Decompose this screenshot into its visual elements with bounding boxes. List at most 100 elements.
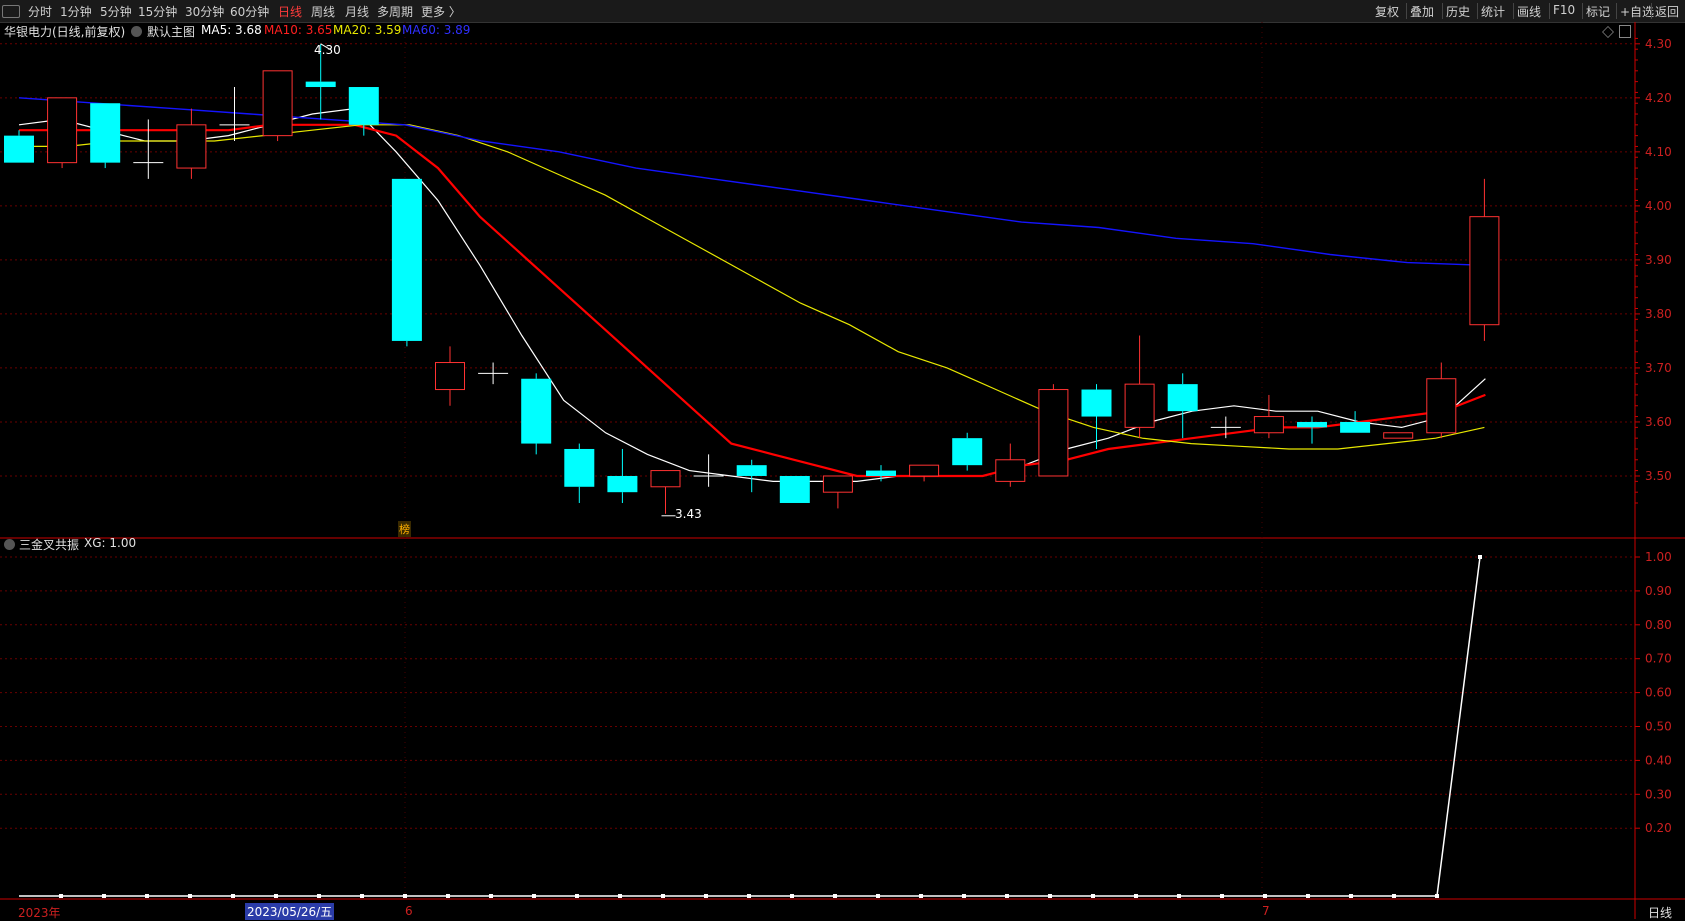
candle-body-down[interactable] xyxy=(348,87,379,125)
indicator-tick-label: 0.20 xyxy=(1645,821,1672,835)
candle-body-up[interactable] xyxy=(1383,432,1414,439)
indicator-tick-label: 0.90 xyxy=(1645,584,1672,598)
price-tick-label: 3.70 xyxy=(1645,361,1672,375)
xg-point xyxy=(274,894,278,898)
candle-body-up[interactable] xyxy=(1124,383,1155,428)
template-dropdown-icon[interactable] xyxy=(131,26,142,37)
xg-point xyxy=(1134,894,1138,898)
indicator-tick-label: 0.80 xyxy=(1645,618,1672,632)
xg-point xyxy=(1005,894,1009,898)
rank-badge[interactable]: 榜 xyxy=(398,521,411,537)
indicator-tick-label: 0.30 xyxy=(1645,787,1672,801)
xg-point xyxy=(231,894,235,898)
stock-title: 华银电力(日线,前复权) xyxy=(4,25,126,39)
xg-point xyxy=(360,894,364,898)
ma10-label: MA10: 3.65 xyxy=(264,23,333,37)
xg-point xyxy=(704,894,708,898)
candle-body-down[interactable] xyxy=(952,438,983,466)
candle-body-up[interactable] xyxy=(822,475,853,493)
candle-body-down[interactable] xyxy=(564,448,595,487)
candle-body-down[interactable] xyxy=(1167,384,1198,412)
xg-point xyxy=(833,894,837,898)
xg-point xyxy=(1263,894,1267,898)
stock-chart[interactable]: 4.30 4.20 4.10 4.00 3.90 3.80 3.70 3.60 3.50 1.00… xyxy=(0,0,1685,919)
xg-point xyxy=(747,894,751,898)
price-tick-label: 3.50 xyxy=(1645,469,1672,483)
candle-body-down[interactable] xyxy=(779,475,810,503)
window-toggle-icon[interactable] xyxy=(1619,25,1631,38)
candle-body-down[interactable] xyxy=(391,178,422,341)
xg-point xyxy=(59,894,63,898)
template-name[interactable]: 默认主图 xyxy=(147,23,195,40)
indicator-tick-label: 0.70 xyxy=(1645,652,1672,666)
xg-point xyxy=(618,894,622,898)
candle-body-down[interactable] xyxy=(305,81,336,88)
price-tick-label: 4.10 xyxy=(1645,145,1672,159)
price-tick-label: 4.00 xyxy=(1645,199,1672,213)
xg-point xyxy=(1091,894,1095,898)
candle-body-down[interactable] xyxy=(1340,421,1371,433)
xg-point xyxy=(962,894,966,898)
high-price-label: 4.30 xyxy=(314,43,341,57)
xg-point xyxy=(1220,894,1224,898)
price-tick-label: 4.30 xyxy=(1645,37,1672,51)
candle-body-up[interactable] xyxy=(995,459,1026,482)
xg-point xyxy=(1177,894,1181,898)
price-tick-label: 3.80 xyxy=(1645,307,1672,321)
xg-point xyxy=(145,894,149,898)
candle-body-down[interactable] xyxy=(736,465,767,476)
candle-body-down[interactable] xyxy=(607,475,638,493)
xg-point xyxy=(790,894,794,898)
cursor-date-label: 2023/05/26/五 xyxy=(245,903,335,920)
xg-point xyxy=(403,894,407,898)
xg-point xyxy=(532,894,536,898)
low-price-label: 3.43 xyxy=(675,507,702,521)
year-label: 2023年 xyxy=(18,906,61,920)
xg-point xyxy=(876,894,880,898)
indicator-dropdown-icon[interactable] xyxy=(4,539,15,550)
ma20-label: MA20: 3.59 xyxy=(333,23,402,37)
xg-point xyxy=(1478,555,1482,559)
xg-point xyxy=(1435,894,1439,898)
xg-point xyxy=(489,894,493,898)
candle-body-down[interactable] xyxy=(1081,389,1112,417)
ma-line-ma60 xyxy=(18,97,1485,266)
xg-point xyxy=(575,894,579,898)
candle-body-down[interactable] xyxy=(4,135,34,163)
candle-body-up[interactable] xyxy=(435,362,465,391)
indicator-tick-label: 0.60 xyxy=(1645,686,1672,700)
candle-body-up[interactable] xyxy=(47,97,78,164)
xg-label: XG: 1.00 xyxy=(84,536,137,550)
xg-point xyxy=(1349,894,1353,898)
candle-body-up[interactable] xyxy=(1038,389,1069,477)
xg-point xyxy=(446,894,450,898)
candle-body-down[interactable] xyxy=(521,378,552,444)
xg-point xyxy=(188,894,192,898)
indicator-tick-label: 1.00 xyxy=(1645,550,1672,564)
month-7-label: 7 xyxy=(1262,904,1270,918)
candle-body-down[interactable] xyxy=(866,470,896,476)
xg-point xyxy=(661,894,665,898)
indicator-name[interactable]: 三金叉共振 xyxy=(19,536,79,553)
candle-body-up[interactable] xyxy=(1426,378,1457,434)
xg-point xyxy=(317,894,321,898)
candle-body-up[interactable] xyxy=(262,70,293,137)
candle-body-down[interactable] xyxy=(1297,421,1327,428)
month-6-label: 6 xyxy=(405,904,413,918)
price-tick-label: 4.20 xyxy=(1645,91,1672,105)
indicator-tick-label: 0.50 xyxy=(1645,720,1672,734)
indicator-tick-label: 0.40 xyxy=(1645,753,1672,767)
ma60-label: MA60: 3.89 xyxy=(402,23,471,37)
price-tick-label: 3.90 xyxy=(1645,253,1672,267)
xg-point xyxy=(919,894,923,898)
xg-point xyxy=(102,894,106,898)
candle-body-up[interactable] xyxy=(1469,216,1500,326)
candle-body-up[interactable] xyxy=(650,470,681,488)
candle-body-up[interactable] xyxy=(176,124,207,169)
xg-point xyxy=(1306,894,1310,898)
candle-body-down[interactable] xyxy=(90,103,121,163)
candle-body-up[interactable] xyxy=(909,464,940,477)
xg-point xyxy=(1048,894,1052,898)
price-tick-label: 3.60 xyxy=(1645,415,1672,429)
candle-body-up[interactable] xyxy=(1253,416,1284,434)
